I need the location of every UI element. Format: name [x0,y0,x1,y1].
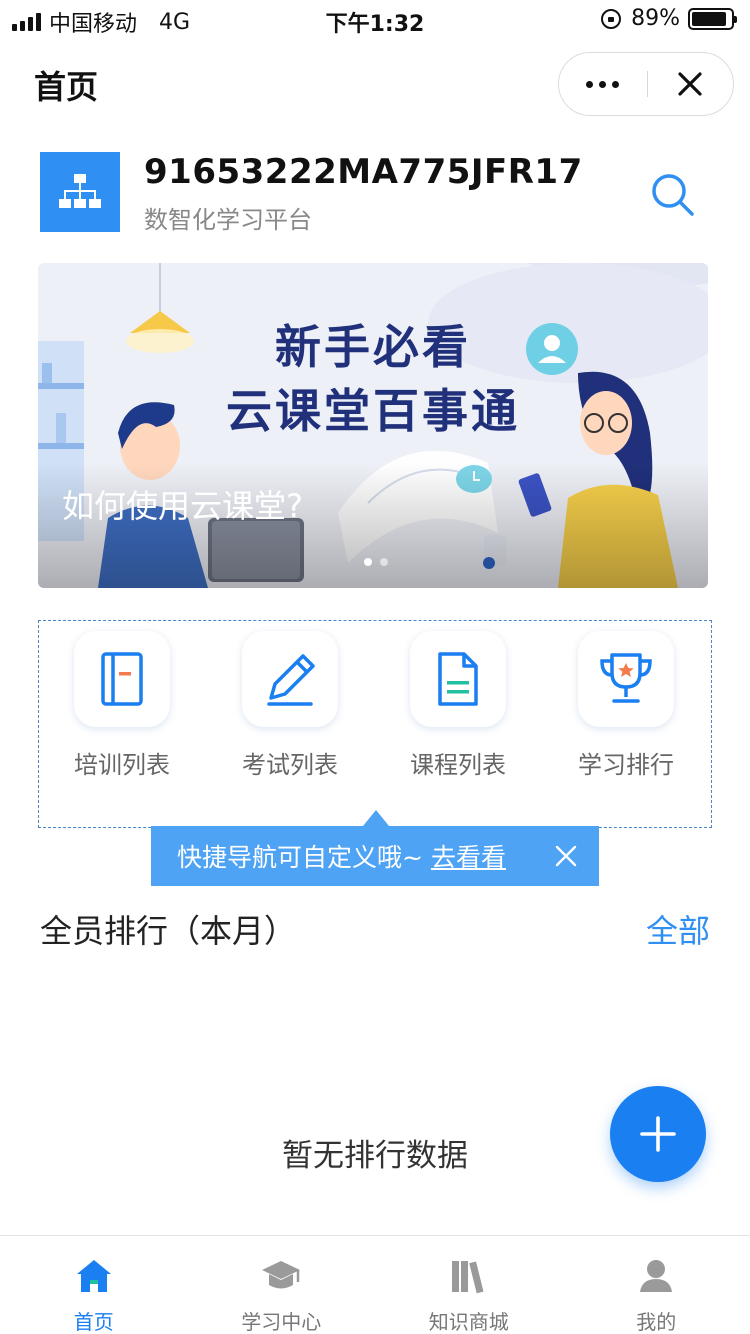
trophy-icon [578,631,674,727]
close-icon[interactable] [553,843,579,869]
ranking-title: 全员排行（本月） [40,912,297,950]
tab-home[interactable]: 首页 [0,1236,188,1334]
tooltip-go-link[interactable]: 去看看 [431,838,506,874]
plus-icon [640,1116,676,1152]
tab-knowledge-mall[interactable]: 知识商城 [375,1236,563,1334]
quick-nav-item-training[interactable]: 培训列表 [47,631,197,780]
home-icon [72,1254,116,1298]
tab-bar: 首页 学习中心 知识商城 我的 [0,1235,750,1334]
more-dots-icon[interactable] [559,80,647,88]
tab-label: 知识商城 [428,1310,509,1334]
pencil-icon [242,631,338,727]
quick-nav-label: 考试列表 [242,751,338,779]
tooltip-text: 快捷导航可自定义哦~ [177,843,423,872]
carousel-dot-active[interactable] [364,558,372,566]
training-book-icon [74,631,170,727]
tab-label: 首页 [73,1310,114,1334]
search-icon[interactable] [648,170,698,220]
quick-nav-label: 培训列表 [74,751,170,779]
banner-title-line1: 新手必看 [275,320,471,374]
banner-carousel[interactable]: 新手必看 云课堂百事通 如何使用云课堂? [38,263,708,588]
tab-label: 我的 [636,1310,677,1334]
carousel-indicator [364,558,388,566]
org-subtitle: 数智化学习平台 [144,206,312,234]
ranking-all-link[interactable]: 全部 [646,906,710,952]
org-code: 91653222MA775JFR17 [144,152,583,192]
battery-icon [688,7,737,30]
user-icon [634,1254,678,1298]
tab-label: 学习中心 [241,1310,322,1334]
quick-nav-label: 课程列表 [410,751,506,779]
org-chart-icon [40,152,120,232]
carousel-dot[interactable] [380,558,388,566]
document-icon [410,631,506,727]
tab-learning-center[interactable]: 学习中心 [188,1236,376,1334]
rotation-lock-icon [601,8,622,29]
quick-nav-label: 学习排行 [578,751,674,779]
status-right: 89% [601,6,737,31]
add-button[interactable] [610,1086,706,1182]
quick-nav-tooltip: 快捷导航可自定义哦~ 去看看 [151,826,599,886]
page-title: 首页 [34,68,99,106]
tooltip-arrow [363,810,389,826]
mini-program-capsule [558,52,734,116]
graduation-cap-icon [259,1254,303,1298]
quick-nav: 培训列表 考试列表 课程列表 学习排行 [38,620,712,828]
quick-nav-item-exam[interactable]: 考试列表 [215,631,365,780]
banner-caption: 如何使用云课堂? [62,487,303,525]
tab-mine[interactable]: 我的 [563,1236,750,1334]
battery-percent: 89% [631,6,680,31]
status-bar: 中国移动 4G 下午1:32 89% [0,0,750,40]
quick-nav-item-course[interactable]: 课程列表 [383,631,533,780]
banner-title-line2: 云课堂百事通 [226,384,520,438]
books-icon [447,1254,491,1298]
quick-nav-item-ranking[interactable]: 学习排行 [551,631,701,780]
close-icon[interactable] [648,71,734,97]
battery-fill [692,11,726,26]
